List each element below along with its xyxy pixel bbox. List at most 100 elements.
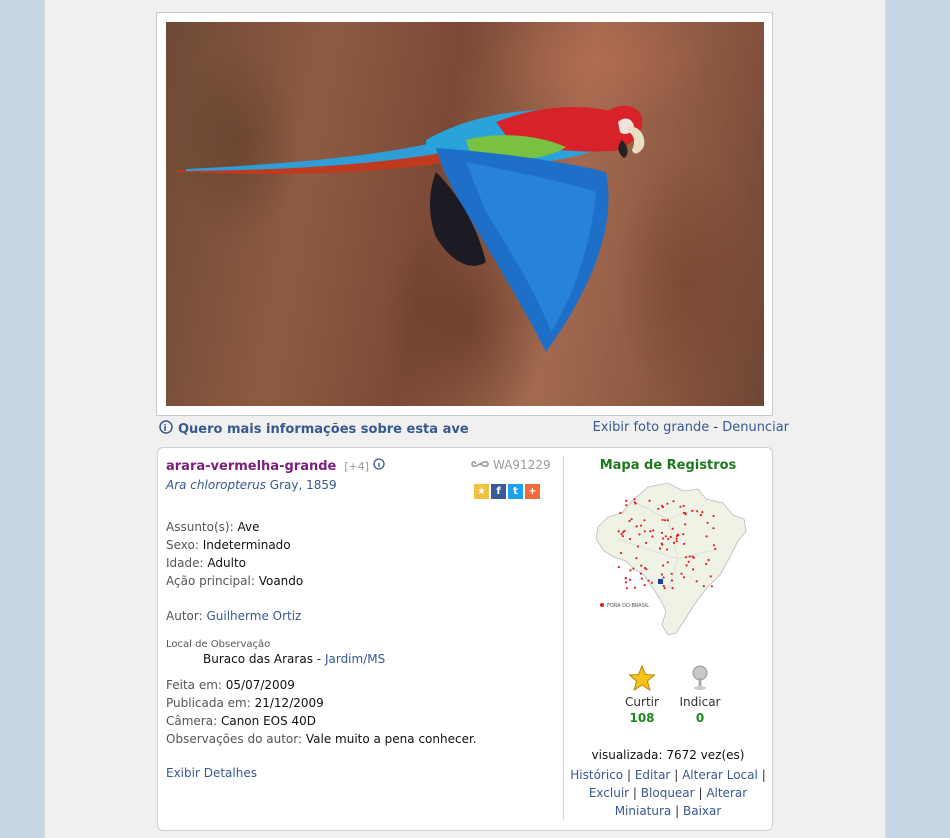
field-value: 05/07/2009 [225,678,295,692]
field-value: Canon EOS 40D [220,714,317,728]
pin-icon[interactable] [670,664,730,695]
record-dot [652,529,655,532]
record-dot [667,537,670,541]
record-dot [672,541,676,544]
record-dot [705,535,708,538]
record-dot [682,511,685,514]
record-dot [651,535,654,538]
share-icons: ★ f t + [474,484,540,499]
more-info-link[interactable]: i Quero mais informações sobre esta ave [159,420,469,438]
like-count: 108 [629,711,655,725]
taken-date-field: Feita em: 05/07/2009 [166,676,556,694]
record-dot [625,587,628,590]
view-count: visualizada: 7672 vez(es) [591,748,745,762]
record-dot [676,533,679,536]
record-dot [664,535,667,538]
separator: | [698,786,703,800]
record-dot [643,566,647,570]
record-dot [682,576,686,579]
recommend-label[interactable]: Indicar [670,695,730,709]
record-dot [670,579,674,582]
record-dot [660,504,664,507]
location-place: Buraco das Araras [203,652,313,666]
separator: | [632,786,637,800]
field-label: Observações do autor: [166,732,303,746]
record-dot [671,527,674,530]
record-dot [648,499,651,502]
delete-link[interactable]: Excluir [589,786,629,800]
record-dot [665,548,669,551]
svg-text:i: i [164,424,167,434]
star-icon[interactable] [612,664,672,695]
recommend-count: 0 [695,711,705,725]
record-dot [702,585,705,588]
record-card: arara-vermelha-grande [+4] Ara chloropte… [157,447,773,831]
record-dot [640,577,643,580]
like-stat[interactable]: Curtir 108 [612,664,672,725]
facebook-icon[interactable]: f [491,484,506,499]
common-name-link[interactable]: arara-vermelha-grande [166,459,336,474]
records-map[interactable]: FORA DO BRASIL [570,479,766,642]
author-link[interactable]: Guilherme Ortiz [206,609,301,623]
separator: - [713,420,719,435]
page-container: i Quero mais informações sobre esta ave … [44,0,886,838]
field-label: Idade: [166,556,204,570]
record-dot [666,561,669,564]
bird-photo[interactable] [166,22,764,406]
record-dot [633,586,637,589]
field-value: Indeterminado [202,538,291,552]
record-dot [630,518,633,521]
record-dot [684,513,687,516]
record-dot [625,504,628,507]
record-dot [660,531,664,534]
field-value: Vale muito a pena conhecer. [305,732,477,746]
recommend-stat[interactable]: Indicar 0 [670,664,730,725]
twitter-icon[interactable]: t [508,484,523,499]
map-title: Mapa de Registros [599,458,737,473]
record-code-text: WA91229 [493,458,551,472]
more-info-label[interactable]: Quero mais informações sobre esta ave [178,422,469,437]
field-value: Voando [258,574,304,588]
record-dot [619,551,623,555]
bird-info-icon[interactable] [373,458,385,473]
scientific-author[interactable]: Gray, 1859 [270,478,337,492]
record-dot [680,572,683,575]
record-dot [670,572,673,575]
record-dot [617,530,620,533]
record-dot [661,518,664,521]
record-dot [643,584,646,587]
location-city-link[interactable]: Jardim/MS [325,652,385,666]
record-dot [685,556,688,559]
field-label: Ação principal: [166,574,255,588]
record-dot [664,519,667,522]
edit-link[interactable]: Editar [635,768,671,782]
extra-count[interactable]: [+4] [344,460,369,473]
report-link[interactable]: Denunciar [722,420,789,435]
block-link[interactable]: Bloquear [641,786,695,800]
download-link[interactable]: Baixar [683,804,721,818]
location-value: Buraco das Araras - Jardim/MS [166,650,556,668]
history-link[interactable]: Histórico [570,768,623,782]
record-dot [636,545,640,548]
scientific-name-text[interactable]: Ara chloropterus [166,478,266,492]
notes-field: Observações do autor: Vale muito a pena … [166,730,556,748]
record-dot [687,560,690,563]
record-actions: Histórico | Editar | Alterar Local | Exc… [570,766,766,820]
record-dot [682,533,685,536]
like-label[interactable]: Curtir [612,695,672,709]
record-dot [635,557,638,560]
show-details-link[interactable]: Exibir Detalhes [166,766,556,780]
change-location-link[interactable]: Alterar Local [682,768,758,782]
separator: | [675,804,680,818]
record-dot [640,564,643,567]
record-dot [712,527,715,530]
show-large-photo-link[interactable]: Exibir foto grande [593,420,710,435]
record-code: WA91229 [471,458,551,472]
field-value: Ave [237,520,260,534]
record-dot [643,519,646,522]
photo-links: Exibir foto grande - Denunciar [593,420,789,435]
star-icon[interactable]: ★ [474,484,489,499]
plus-icon[interactable]: + [525,484,540,499]
record-dot [691,555,694,558]
field-label: Autor: [166,609,203,623]
